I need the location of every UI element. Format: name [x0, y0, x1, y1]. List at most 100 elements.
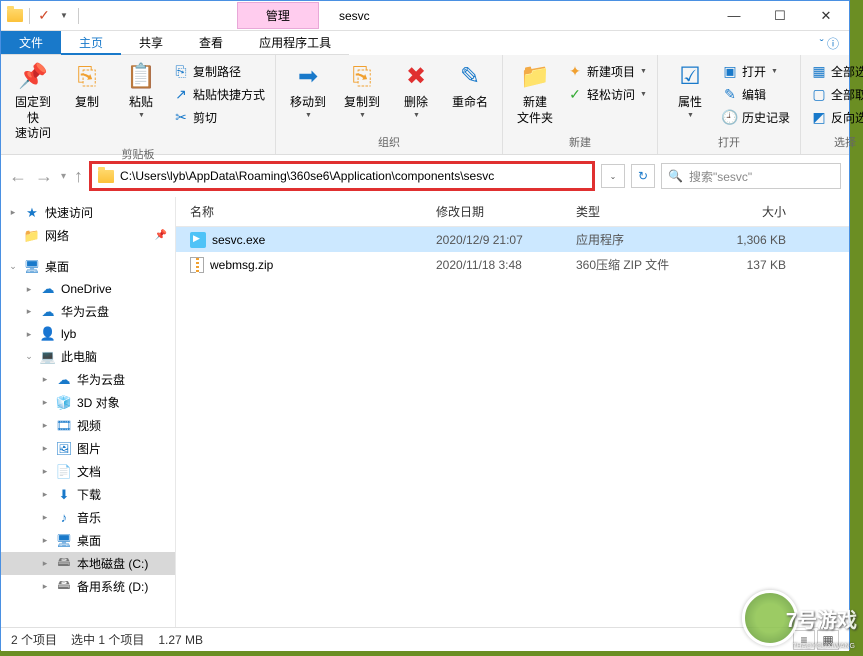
pin-quickaccess-button[interactable]: 📌 固定到快 速访问 [9, 59, 57, 144]
status-item-count: 2 个项目 [11, 631, 57, 648]
nav-huawei2[interactable]: ▸☁华为云盘 [1, 368, 175, 391]
nav-desktop2[interactable]: ▸🖥桌面 [1, 529, 175, 552]
separator [29, 8, 30, 24]
nav-backup-d[interactable]: ▸🖴备用系统 (D:) [1, 575, 175, 598]
refresh-button[interactable]: ↻ [631, 164, 655, 188]
paste-icon: 📋 [125, 61, 157, 93]
user-icon: 👤 [39, 326, 57, 342]
maximize-button[interactable]: ☐ [757, 1, 803, 31]
label: 移动到 [290, 95, 326, 111]
newfolder-button[interactable]: 📁新建 文件夹 [511, 59, 559, 128]
file-size: 137 KB [706, 258, 796, 272]
body: ▸★快速访问 📁网络📌 ⌄🖥桌面 ▸☁OneDrive ▸☁华为云盘 ▸👤lyb… [1, 197, 849, 627]
easyaccess-button[interactable]: ✓轻松访问▼ [565, 84, 649, 105]
copyto-button[interactable]: ⎘复制到▼ [338, 59, 386, 122]
nav-documents[interactable]: ▸📄文档 [1, 460, 175, 483]
qat-dropdown[interactable]: ▼ [56, 11, 72, 20]
file-row[interactable]: sesvc.exe2020/12/9 21:07应用程序1,306 KB [176, 227, 849, 252]
forward-button[interactable]: → [35, 166, 53, 187]
ribbon-group-organize: ➡移动到▼ ⎘复制到▼ ✖删除▼ ✎重命名 组织 [276, 55, 503, 154]
easyaccess-icon: ✓ [567, 87, 583, 103]
nav-thispc[interactable]: ⌄💻此电脑 [1, 345, 175, 368]
selectnone-icon: ▢ [811, 87, 827, 103]
delete-button[interactable]: ✖删除▼ [392, 59, 440, 122]
address-bar[interactable]: C:\Users\lyb\AppData\Roaming\360se6\Appl… [89, 161, 595, 191]
music-icon: ♪ [55, 510, 73, 526]
minimize-button[interactable]: — [711, 1, 757, 31]
tab-home[interactable]: 主页 [61, 31, 121, 55]
col-name[interactable]: 名称 [176, 203, 436, 220]
tab-apptools[interactable]: 应用程序工具 [241, 31, 349, 55]
selectall-button[interactable]: ▦全部选择 [809, 61, 863, 82]
file-rows[interactable]: sesvc.exe2020/12/9 21:07应用程序1,306 KBwebm… [176, 227, 849, 627]
nav-downloads[interactable]: ▸⬇下载 [1, 483, 175, 506]
folder-icon: 📁 [23, 228, 41, 244]
label: 华为云盘 [61, 303, 109, 320]
tab-share[interactable]: 共享 [121, 31, 181, 55]
cut-button[interactable]: ✂剪切 [171, 107, 267, 128]
edit-button[interactable]: ✎编辑 [720, 84, 792, 105]
copypath-button[interactable]: ⎘复制路径 [171, 61, 267, 82]
moveto-button[interactable]: ➡移动到▼ [284, 59, 332, 122]
nav-huawei[interactable]: ▸☁华为云盘 [1, 300, 175, 323]
label: 固定到快 速访问 [11, 95, 55, 142]
navigation-pane[interactable]: ▸★快速访问 📁网络📌 ⌄🖥桌面 ▸☁OneDrive ▸☁华为云盘 ▸👤lyb… [1, 197, 176, 627]
watermark-sub: 7HAOYOUXIWANG [793, 643, 855, 650]
label: 网络 [45, 227, 69, 244]
group-label: 选择 [809, 132, 863, 150]
nav-3dobjects[interactable]: ▸🧊3D 对象 [1, 391, 175, 414]
col-size[interactable]: 大小 [706, 203, 796, 220]
nav-quickaccess[interactable]: ▸★快速访问 [1, 201, 175, 224]
pastelink-button[interactable]: ↗粘贴快捷方式 [171, 84, 267, 105]
ribbon-tabs: 文件 主页 共享 查看 应用程序工具 ˇ ⓘ [1, 31, 849, 55]
newitem-button[interactable]: ✦新建项目▼ [565, 61, 649, 82]
nav-pictures[interactable]: ▸🖼图片 [1, 437, 175, 460]
up-button[interactable]: ↑ [74, 166, 83, 187]
recent-dropdown[interactable]: ▾ [61, 171, 66, 182]
open-button[interactable]: ▣打开▼ [720, 61, 792, 82]
close-button[interactable]: ✕ [803, 1, 849, 31]
label: 备用系统 (D:) [77, 578, 148, 595]
history-button[interactable]: 🕘历史记录 [720, 107, 792, 128]
back-button[interactable]: ← [9, 166, 27, 187]
search-input[interactable]: 🔍 搜索"sesvc" [661, 163, 841, 189]
invert-button[interactable]: ◩反向选择 [809, 107, 863, 128]
label: 下载 [77, 486, 101, 503]
address-path[interactable]: C:\Users\lyb\AppData\Roaming\360se6\Appl… [120, 169, 586, 183]
label: 此电脑 [61, 348, 97, 365]
newfolder-icon: 📁 [519, 61, 551, 93]
selectnone-button[interactable]: ▢全部取消 [809, 84, 863, 105]
properties-button[interactable]: ☑属性▼ [666, 59, 714, 122]
label: 快速访问 [45, 204, 93, 221]
nav-network[interactable]: 📁网络📌 [1, 224, 175, 247]
label: 编辑 [742, 86, 766, 103]
cloud-icon: ☁ [39, 304, 57, 320]
nav-user[interactable]: ▸👤lyb [1, 323, 175, 345]
tab-view[interactable]: 查看 [181, 31, 241, 55]
nav-videos[interactable]: ▸🎞视频 [1, 414, 175, 437]
zip-icon [190, 257, 204, 273]
label: 重命名 [452, 95, 488, 111]
file-date: 2020/12/9 21:07 [436, 233, 576, 247]
video-icon: 🎞 [55, 418, 73, 434]
nav-desktop[interactable]: ⌄🖥桌面 [1, 255, 175, 278]
col-date[interactable]: 修改日期 [436, 203, 576, 220]
copy-button[interactable]: ⎘ 复制 [63, 59, 111, 113]
document-icon: 📄 [55, 464, 73, 480]
moveto-icon: ➡ [292, 61, 324, 93]
address-dropdown[interactable]: ⌄ [601, 164, 625, 188]
tab-file[interactable]: 文件 [1, 31, 61, 55]
nav-music[interactable]: ▸♪音乐 [1, 506, 175, 529]
label: 图片 [77, 440, 101, 457]
paste-button[interactable]: 📋 粘贴 ▼ [117, 59, 165, 122]
link-icon: ↗ [173, 87, 189, 103]
nav-localdisk-c[interactable]: ▸🖴本地磁盘 (C:) [1, 552, 175, 575]
help-button[interactable]: ˇ ⓘ [820, 35, 839, 52]
col-type[interactable]: 类型 [576, 203, 706, 220]
file-list-pane: 名称 修改日期 类型 大小 sesvc.exe2020/12/9 21:07应用… [176, 197, 849, 627]
file-row[interactable]: webmsg.zip2020/11/18 3:48360压缩 ZIP 文件137… [176, 252, 849, 277]
rename-button[interactable]: ✎重命名 [446, 59, 494, 113]
nav-onedrive[interactable]: ▸☁OneDrive [1, 278, 175, 300]
check-icon[interactable]: ✓ [36, 8, 52, 24]
open-icon: ▣ [722, 64, 738, 80]
